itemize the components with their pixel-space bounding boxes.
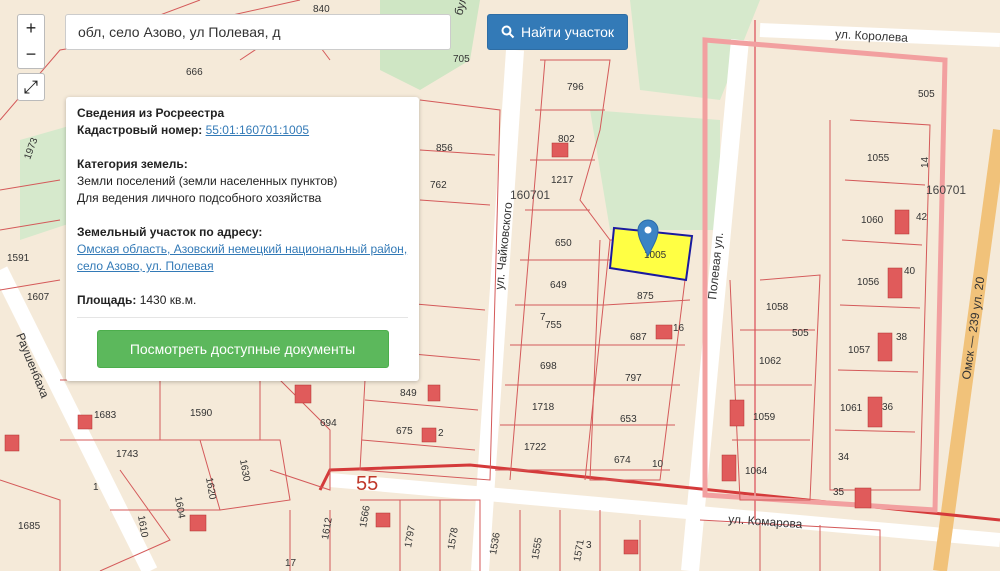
parcel-number: 666 (186, 67, 203, 78)
parcel-number: 674 (614, 455, 631, 466)
find-parcel-button[interactable]: Найти участок (487, 14, 628, 50)
parcel-number: 797 (625, 373, 642, 384)
zone-label: 160701 (926, 183, 966, 197)
parcel-number: 856 (436, 143, 453, 154)
search-icon (501, 25, 515, 39)
area-value: 1430 кв.м. (139, 293, 197, 307)
cadastral-row: Кадастровый номер: 55:01:160701:1005 (77, 122, 408, 139)
parcel-number: 1060 (861, 215, 884, 226)
usage-value: Для ведения личного подсобного хозяйства (77, 191, 322, 205)
parcel-number: 650 (555, 238, 572, 249)
parcel-number: 505 (918, 89, 935, 100)
parcel-number: 1718 (532, 402, 555, 413)
parcel-number: 698 (540, 361, 557, 372)
parcel-number: 1055 (867, 153, 890, 164)
parcel-number: 802 (558, 134, 575, 145)
parcel-number: 1685 (18, 521, 41, 532)
zoom-in-button[interactable]: + (17, 14, 45, 42)
parcel-number: 40 (904, 266, 916, 277)
parcel-number: 1058 (766, 302, 789, 313)
category-label: Категория земель: (77, 157, 188, 171)
parcel-number: 1590 (190, 408, 213, 419)
address-search-input[interactable] (65, 14, 451, 50)
parcel-number: 42 (916, 212, 928, 223)
address-link[interactable]: Омская область, Азовский немецкий национ… (77, 242, 407, 273)
parcel-number: 1743 (116, 449, 139, 460)
view-documents-button[interactable]: Посмотреть доступные документы (96, 330, 389, 368)
parcel-number: 649 (550, 280, 567, 291)
category-value: Земли поселений (земли населенных пункто… (77, 174, 338, 188)
parcel-number: 1722 (524, 442, 547, 453)
parcel-number: 1217 (551, 175, 574, 186)
parcel-info-panel: Сведения из Росреестра Кадастровый номер… (66, 97, 419, 381)
info-title: Сведения из Росреестра (77, 106, 225, 120)
parcel-number: 17 (285, 558, 297, 569)
parcel-number: 796 (567, 82, 584, 93)
cadastral-number-link[interactable]: 55:01:160701:1005 (206, 123, 309, 137)
parcel-number: 38 (896, 332, 908, 343)
parcel-number: 762 (430, 180, 447, 191)
parcel-number: 849 (400, 388, 417, 399)
parcel-number: 16 (673, 323, 685, 334)
parcel-number: 10 (652, 459, 664, 470)
area-label: Площадь: (77, 293, 137, 307)
parcel-number: 1061 (840, 403, 863, 414)
parcel-number: 36 (882, 402, 894, 413)
parcel-number: 2 (438, 428, 444, 439)
parcel-number: 1607 (27, 292, 50, 303)
parcel-number: 875 (637, 291, 654, 302)
quarter-label: 55 (356, 473, 378, 495)
zoom-out-button[interactable]: − (17, 41, 45, 69)
address-label: Земельный участок по адресу: (77, 225, 263, 239)
parcel-number: 1056 (857, 277, 880, 288)
parcel-number: 3 (586, 540, 592, 551)
find-parcel-label: Найти участок (520, 24, 615, 40)
parcel-number: 35 (833, 487, 845, 498)
parcel-number: 1057 (848, 345, 871, 356)
parcel-number: 34 (838, 452, 850, 463)
parcel-number: 675 (396, 426, 413, 437)
parcel-number: 1591 (7, 253, 30, 264)
parcel-number: 755 (545, 320, 562, 331)
cadastral-label: Кадастровый номер: (77, 123, 203, 137)
green-area (590, 110, 720, 230)
parcel-number: 653 (620, 414, 637, 425)
parcel-number: 1683 (94, 410, 117, 421)
parcel-number: 505 (792, 328, 809, 339)
area-row: Площадь: 1430 кв.м. (77, 292, 408, 309)
parcel-number: 1 (93, 482, 99, 493)
fullscreen-icon[interactable]: ⤢ (17, 73, 45, 101)
parcel-number: 14 (920, 156, 931, 168)
parcel-number: 687 (630, 332, 647, 343)
parcel-number: 1064 (745, 466, 768, 477)
parcel-number: 694 (320, 418, 337, 429)
zone-label: 160701 (510, 188, 550, 202)
parcel-number: 7 (540, 312, 546, 323)
parcel-number: 1059 (753, 412, 776, 423)
parcel-number: 705 (453, 54, 470, 65)
parcel-number: 1062 (759, 356, 782, 367)
